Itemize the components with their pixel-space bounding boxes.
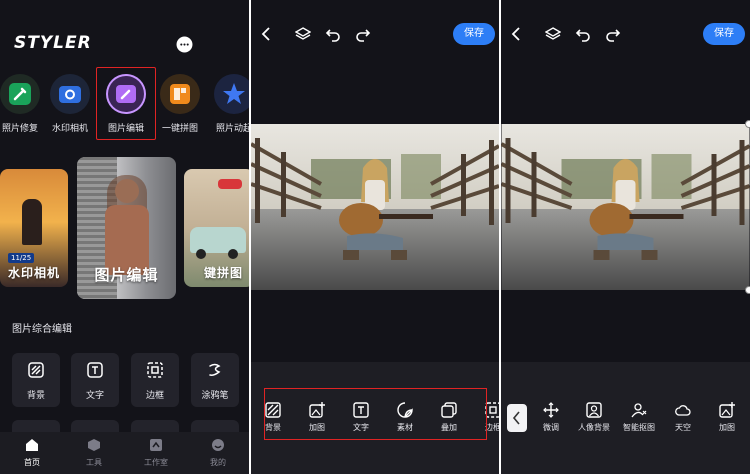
save-button[interactable]: 保存 bbox=[703, 23, 745, 45]
star-icon bbox=[214, 74, 249, 114]
tool-fine-tune[interactable]: 微调 bbox=[531, 402, 571, 433]
nav-tools[interactable]: 工具 bbox=[74, 436, 114, 472]
tool-label: 背景 bbox=[26, 391, 45, 401]
undo-icon[interactable] bbox=[325, 26, 341, 42]
banner-cards: 11/25 水印相机 图片编辑 键拼图 bbox=[0, 157, 249, 299]
nav-label: 工作室 bbox=[144, 458, 168, 467]
section-title: 图片综合编辑 bbox=[12, 324, 72, 335]
tool-label: 人像背景 bbox=[578, 423, 610, 432]
banner-card-collage[interactable]: 键拼图 bbox=[184, 169, 249, 287]
date-badge: 11/25 bbox=[8, 253, 35, 263]
cutout-icon bbox=[631, 403, 647, 418]
editor-topbar: 保存 bbox=[501, 22, 750, 48]
banner-caption: 键拼图 bbox=[204, 266, 244, 280]
tool-label: 智能抠图 bbox=[623, 423, 655, 432]
collapse-button[interactable] bbox=[507, 404, 527, 432]
nav-studio[interactable]: 工作室 bbox=[136, 436, 176, 472]
redo-icon[interactable] bbox=[355, 26, 371, 42]
nav-label: 工具 bbox=[86, 458, 102, 467]
feature-label: 照片动起 bbox=[215, 124, 249, 134]
tool-label: 文字 bbox=[85, 391, 104, 401]
add-image-icon bbox=[719, 402, 735, 418]
brush-icon bbox=[209, 363, 221, 376]
photo-canvas[interactable] bbox=[501, 124, 750, 290]
background-icon bbox=[28, 362, 44, 378]
editor-screen: 保存 背景 加图 文字 素材 叠加 边框 bbox=[251, 0, 499, 474]
tool-smart-cutout[interactable]: 智能抠图 bbox=[619, 402, 659, 433]
tool-label: 边框 bbox=[145, 391, 164, 401]
tool-brush[interactable]: 涂鸦笔 bbox=[191, 353, 239, 407]
sky-icon bbox=[675, 405, 691, 416]
home-icon bbox=[26, 439, 38, 451]
feature-watermark-camera[interactable]: 水印相机 bbox=[42, 70, 98, 138]
back-arrow-icon[interactable] bbox=[509, 26, 525, 42]
resize-handle[interactable] bbox=[745, 286, 750, 294]
photo-image bbox=[501, 124, 750, 290]
undo-icon[interactable] bbox=[575, 26, 591, 42]
car-wheel bbox=[196, 249, 206, 259]
wrench-icon bbox=[0, 74, 40, 114]
feature-collage[interactable]: 一键拼图 bbox=[152, 70, 208, 138]
nav-label: 首页 bbox=[24, 458, 40, 467]
photo-image bbox=[251, 124, 499, 290]
editor-topbar: 保存 bbox=[251, 22, 499, 48]
move-icon bbox=[543, 402, 559, 418]
tool-portrait-bg[interactable]: 人像背景 bbox=[574, 402, 614, 433]
border-icon bbox=[147, 362, 163, 378]
car-wheel bbox=[228, 249, 238, 259]
home-screen: STYLER 照片修复 水印相机 图片编辑 一键拼图 照片动起 11/25 水印… bbox=[0, 0, 249, 474]
bottom-nav: 首页 工具 工作室 我的 bbox=[0, 432, 249, 474]
chevron-left-icon bbox=[512, 411, 520, 425]
photo-canvas[interactable] bbox=[251, 124, 499, 290]
resize-handle[interactable] bbox=[745, 120, 750, 128]
tool-background[interactable]: 背景 bbox=[12, 353, 60, 407]
tool-label: 天空 bbox=[675, 423, 691, 432]
person-silhouette bbox=[22, 199, 42, 245]
chat-icon[interactable] bbox=[176, 36, 193, 53]
redo-icon[interactable] bbox=[605, 26, 621, 42]
feature-label: 水印相机 bbox=[51, 124, 88, 134]
red-tag bbox=[218, 179, 242, 189]
highlight-box bbox=[96, 67, 156, 140]
tools-icon bbox=[88, 439, 100, 451]
tool-sky[interactable]: 天空 bbox=[663, 402, 703, 433]
editor-screen-subtools: 保存 微调 人像背景 智能抠图 天空 加图 bbox=[501, 0, 750, 474]
nav-home[interactable]: 首页 bbox=[12, 436, 52, 472]
save-button[interactable]: 保存 bbox=[453, 23, 495, 45]
studio-icon bbox=[150, 439, 162, 451]
feature-animate[interactable]: 照片动起 bbox=[206, 70, 249, 138]
banner-card-camera[interactable]: 11/25 水印相机 bbox=[0, 169, 68, 287]
collage-icon bbox=[160, 74, 200, 114]
editor-toolbar: 微调 人像背景 智能抠图 天空 加图 bbox=[501, 362, 750, 474]
banner-card-edit[interactable]: 图片编辑 bbox=[77, 157, 176, 299]
profile-icon bbox=[212, 439, 224, 451]
tool-label: 加图 bbox=[719, 423, 735, 432]
tool-label: 涂鸦笔 bbox=[201, 391, 229, 401]
tool-add-image[interactable]: 加图 bbox=[707, 402, 747, 433]
tool-text[interactable]: 文字 bbox=[71, 353, 119, 407]
layers-icon[interactable] bbox=[295, 26, 311, 42]
banner-caption: 图片编辑 bbox=[94, 266, 159, 284]
layers-icon[interactable] bbox=[545, 26, 561, 42]
back-arrow-icon[interactable] bbox=[259, 26, 275, 42]
banner-caption: 水印相机 bbox=[7, 266, 60, 280]
nav-label: 我的 bbox=[210, 458, 226, 467]
app-logo: STYLER bbox=[14, 33, 92, 53]
portrait-icon bbox=[586, 402, 602, 418]
tool-border[interactable]: 边框 bbox=[131, 353, 179, 407]
text-icon bbox=[87, 362, 103, 378]
nav-profile[interactable]: 我的 bbox=[198, 436, 238, 472]
highlight-box bbox=[264, 388, 487, 440]
camera-icon bbox=[50, 74, 90, 114]
border-icon bbox=[485, 402, 499, 418]
tool-label: 微调 bbox=[543, 423, 559, 432]
